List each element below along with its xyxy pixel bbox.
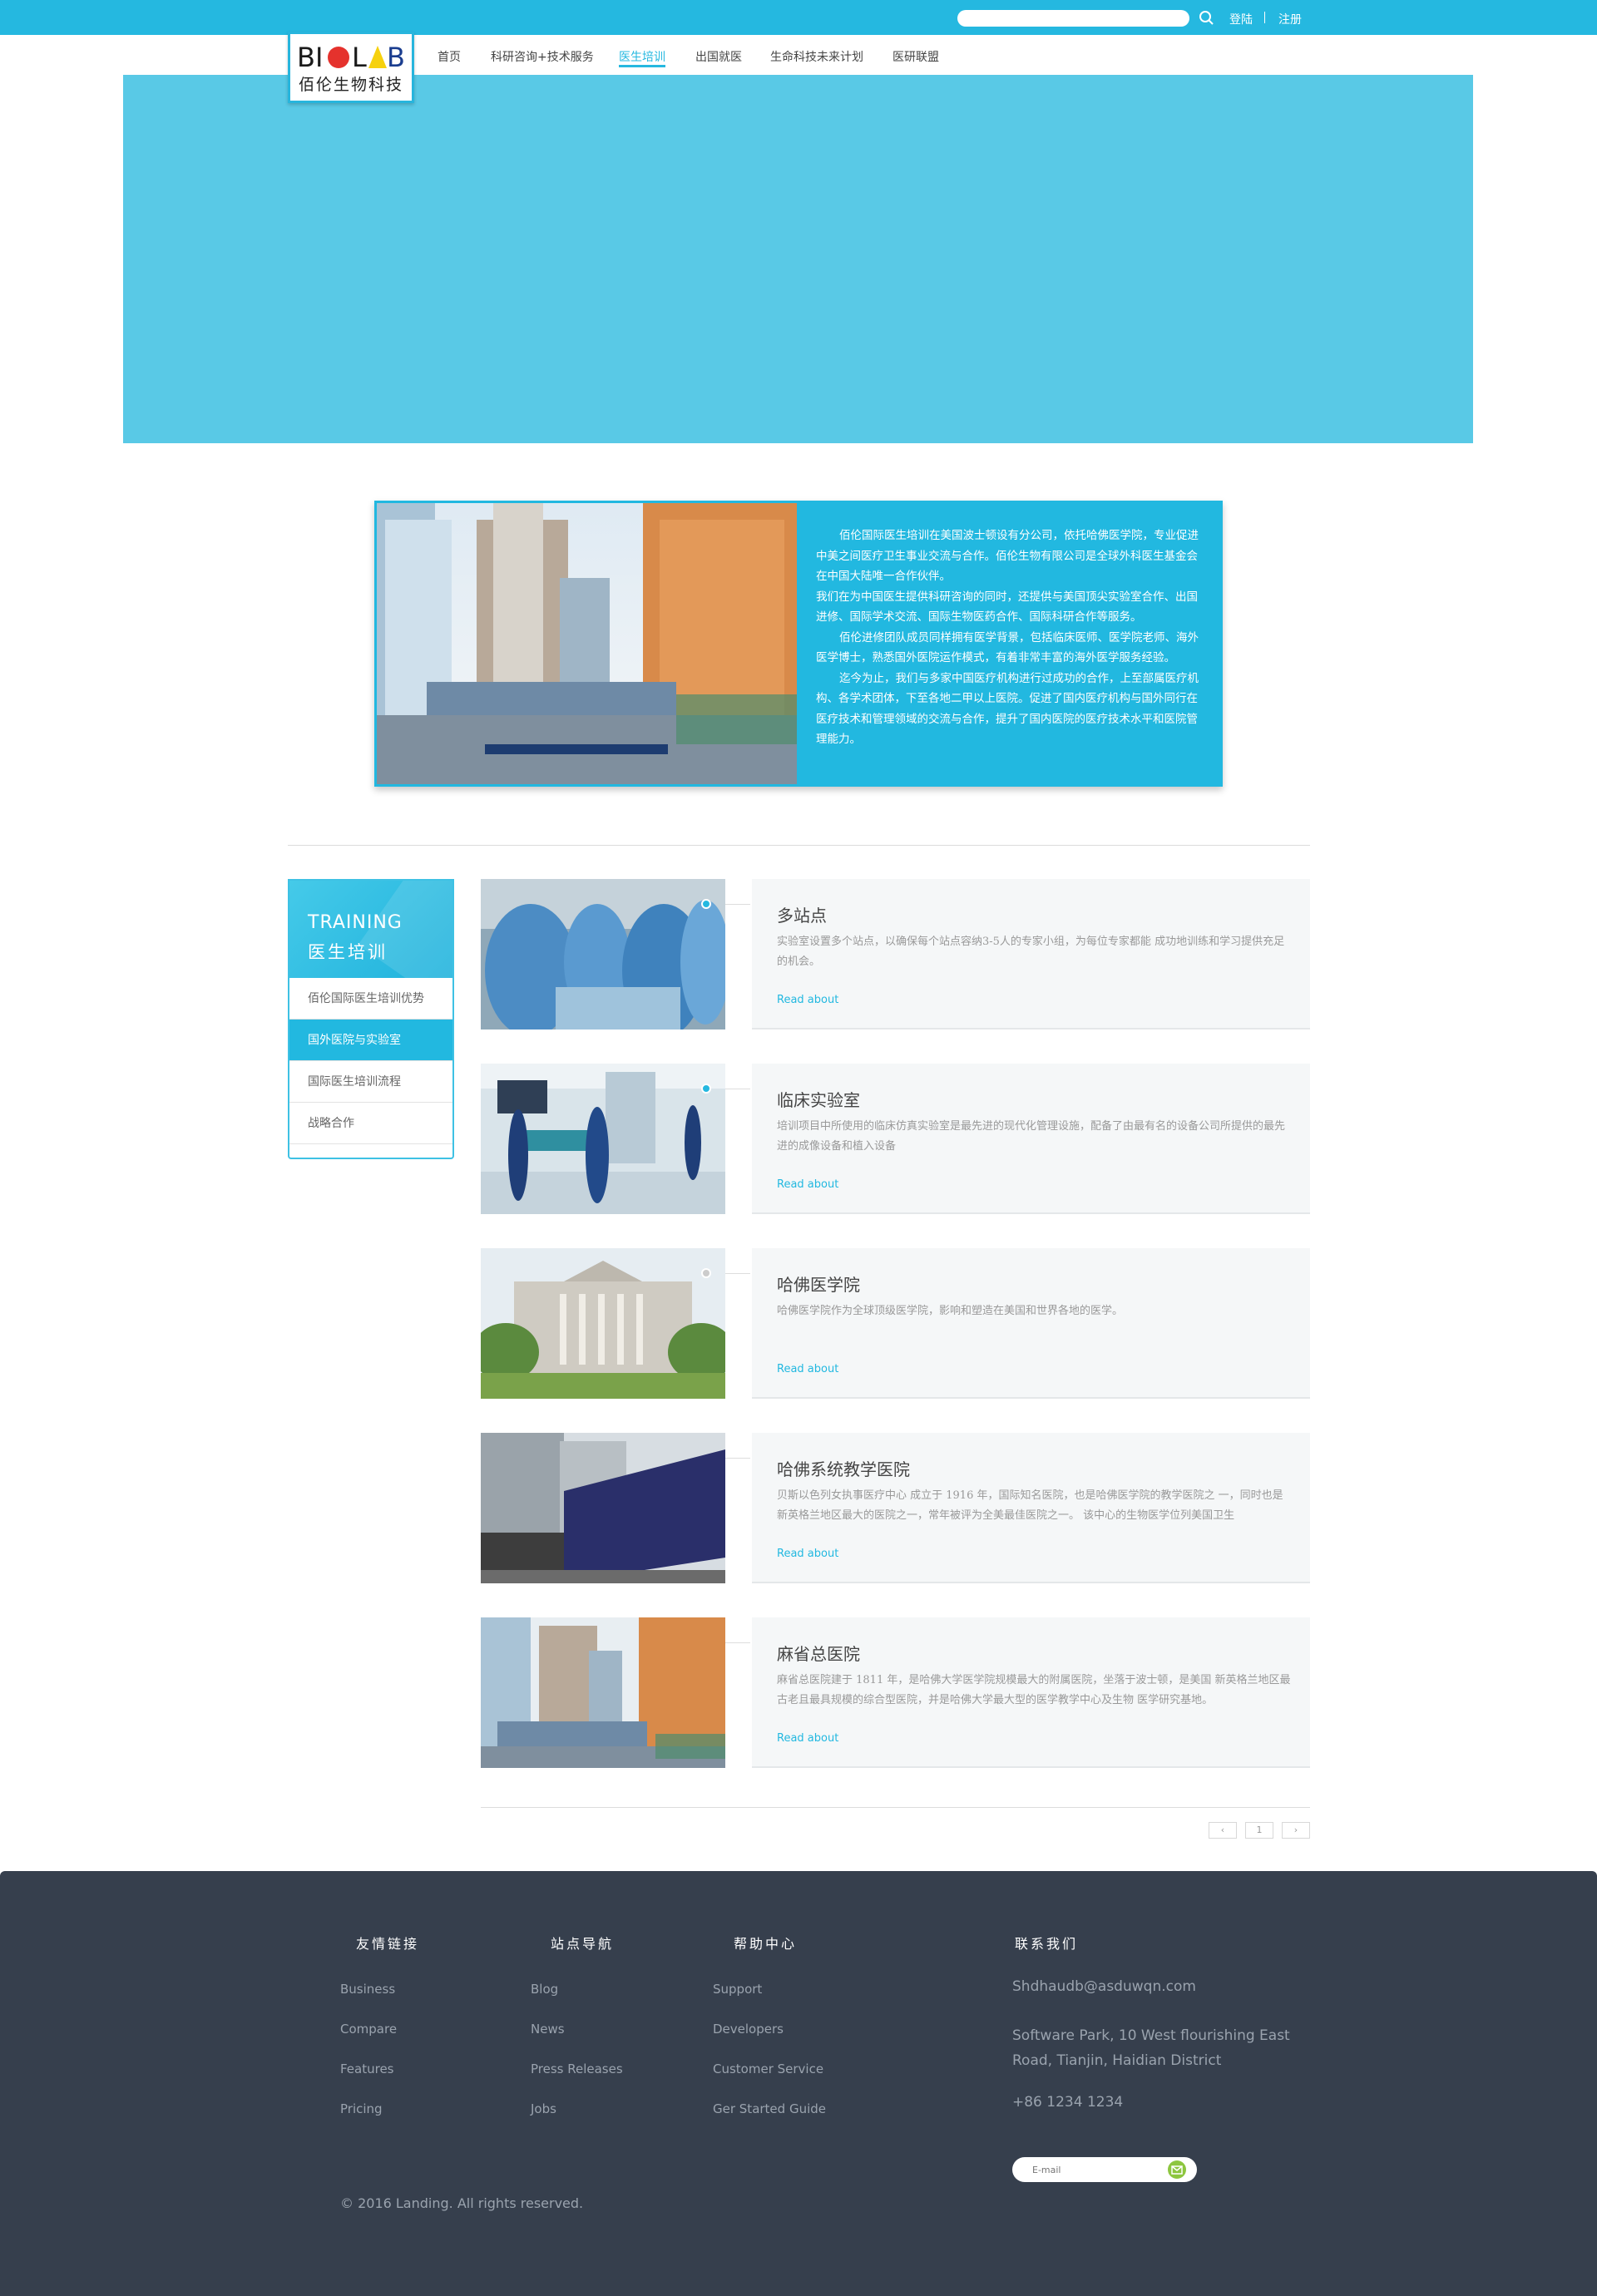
- intro-paragraph: 我们在为中国医生提供科研咨询的同时，还提供与美国顶尖实验室合作、出国进修、国际学…: [816, 590, 1198, 625]
- item-image-clinical-lab[interactable]: [481, 1064, 725, 1214]
- footer-heading-links: 友情链接: [356, 1936, 420, 1952]
- footer-link[interactable]: Support: [713, 1982, 762, 1997]
- logo-text-cn: 佰伦生物科技: [298, 76, 403, 94]
- footer-link[interactable]: News: [531, 2022, 565, 2037]
- item-marker: [701, 1268, 711, 1278]
- svg-text:BI: BI: [297, 42, 323, 71]
- item-image-surgery[interactable]: [481, 879, 725, 1029]
- search-icon[interactable]: [1198, 9, 1216, 27]
- list-item: 哈佛医学院 哈佛医学院作为全球顶级医学院，影响和塑造在美国和世界各地的医学。 R…: [752, 1248, 1310, 1399]
- nav-item-research[interactable]: 科研咨询+技术服务: [491, 48, 594, 65]
- search-input[interactable]: [957, 10, 1189, 27]
- footer-link[interactable]: Developers: [713, 2022, 784, 2037]
- item-title: 临床实验室: [777, 1090, 860, 1110]
- item-marker: [701, 1084, 711, 1094]
- read-about-link[interactable]: Read about: [777, 994, 838, 1006]
- item-description: 实验室设置多个站点，以确保每个站点容纳3-5人的专家小组，为每位专家都能 成功地…: [777, 936, 1285, 968]
- nav-item-alliance[interactable]: 医研联盟: [892, 48, 939, 65]
- main-nav: 首页 科研咨询+技术服务 医生培训 出国就医 生命科技未来计划 医研联盟: [0, 35, 1597, 75]
- read-about-link[interactable]: Read about: [777, 1178, 838, 1191]
- intro-paragraph: 佰伦进修团队成员同样拥有医学背景，包括临床医师、医学院老师、海外医学博士，熟悉国…: [816, 630, 1199, 665]
- item-title: 多站点: [777, 906, 827, 926]
- item-title: 哈佛系统教学医院: [777, 1459, 910, 1479]
- pagination-next-button[interactable]: ›: [1282, 1822, 1310, 1839]
- nav-item-future-plan[interactable]: 生命科技未来计划: [770, 48, 863, 65]
- read-about-link[interactable]: Read about: [777, 1548, 838, 1560]
- footer: 友情链接 站点导航 帮助中心 联系我们 Business Compare Fea…: [0, 1871, 1597, 2296]
- mail-send-icon[interactable]: [1168, 2160, 1186, 2179]
- sidebar-header: TRAINING 医生培训: [289, 881, 452, 978]
- logo[interactable]: BI L B 佰伦生物科技: [288, 32, 414, 103]
- item-connector: [725, 1273, 750, 1274]
- read-about-link[interactable]: Read about: [777, 1363, 838, 1375]
- contact-address: Software Park, 10 West flourishing East …: [1012, 2027, 1290, 2069]
- item-connector: [725, 904, 750, 905]
- newsletter-form: [1012, 2157, 1197, 2182]
- footer-heading-sitemap: 站点导航: [551, 1936, 615, 1952]
- intro-paragraph: 迄今为止，我们与多家中国医疗机构进行过成功的合作，上至部属医疗机构、各学术团体，…: [816, 671, 1199, 747]
- item-title: 麻省总医院: [777, 1644, 860, 1664]
- copyright: © 2016 Landing. All rights reserved.: [340, 2195, 584, 2211]
- top-divider: [1264, 12, 1265, 23]
- biolab-logo-mark: BI L B: [297, 42, 405, 71]
- footer-heading-help: 帮助中心: [734, 1936, 798, 1952]
- nav-item-home[interactable]: 首页: [438, 48, 461, 65]
- footer-link[interactable]: Customer Service: [713, 2061, 823, 2076]
- intro-box: 佰伦国际医生培训在美国波士顿设有分公司，依托哈佛医学院，专业促进中美之间医疗卫生…: [374, 501, 1223, 787]
- footer-link[interactable]: Pricing: [340, 2101, 383, 2116]
- footer-link[interactable]: Blog: [531, 1982, 558, 1997]
- item-description: 贝斯以色列女执事医疗中心 成立于 1916 年，国际知名医院，也是哈佛医学院的教…: [777, 1489, 1283, 1522]
- login-link[interactable]: 登陆: [1229, 11, 1253, 27]
- item-image-harvard[interactable]: [481, 1248, 725, 1399]
- hospital-photo: [377, 503, 797, 784]
- intro-paragraph: 佰伦国际医生培训在美国波士顿设有分公司，依托哈佛医学院，专业促进中美之间医疗卫生…: [816, 529, 1199, 583]
- intro-text: 佰伦国际医生培训在美国波士顿设有分公司，依托哈佛医学院，专业促进中美之间医疗卫生…: [816, 526, 1204, 750]
- list-divider: [481, 1807, 1310, 1808]
- contact-phone: +86 1234 1234: [1012, 2094, 1124, 2111]
- sidebar-title-cn: 医生培训: [308, 942, 388, 962]
- item-connector: [725, 1458, 750, 1459]
- list-item: 临床实验室 培训项目中所使用的临床仿真实验室是最先进的现代化管理设施，配备了由最…: [752, 1064, 1310, 1214]
- hero-banner: [123, 75, 1473, 443]
- sidebar-item-process[interactable]: 国际医生培训流程: [289, 1061, 452, 1103]
- footer-link[interactable]: Compare: [340, 2022, 397, 2037]
- item-image-mass-general[interactable]: [481, 1617, 725, 1768]
- sidebar-item-advantages[interactable]: 佰伦国际医生培训优势: [289, 978, 452, 1020]
- contact-email[interactable]: Shdhaudb@asduwqn.com: [1012, 1974, 1328, 1999]
- item-description: 培训项目中所使用的临床仿真实验室是最先进的现代化管理设施，配备了由最有名的设备公…: [777, 1120, 1286, 1153]
- newsletter-email-input[interactable]: [1032, 2162, 1165, 2177]
- footer-heading-contact: 联系我们: [1015, 1936, 1079, 1952]
- footer-link[interactable]: Business: [340, 1982, 395, 1997]
- svg-text:B: B: [387, 42, 405, 71]
- list-item: 哈佛系统教学医院 贝斯以色列女执事医疗中心 成立于 1916 年，国际知名医院，…: [752, 1433, 1310, 1583]
- item-description: 哈佛医学院作为全球顶级医学院，影响和塑造在美国和世界各地的医学。: [777, 1305, 1124, 1317]
- nav-item-medical-abroad[interactable]: 出国就医: [695, 48, 742, 65]
- sidebar: TRAINING 医生培训 佰伦国际医生培训优势 国外医院与实验室 国际医生培训…: [288, 879, 454, 1159]
- pagination-page-1[interactable]: 1: [1245, 1822, 1273, 1839]
- item-image-teaching-hospital[interactable]: [481, 1433, 725, 1583]
- top-bar: 登陆 注册: [0, 0, 1597, 35]
- item-title: 哈佛医学院: [777, 1275, 860, 1295]
- read-about-link[interactable]: Read about: [777, 1732, 838, 1745]
- footer-link[interactable]: Ger Started Guide: [713, 2101, 826, 2116]
- list-item: 多站点 实验室设置多个站点，以确保每个站点容纳3-5人的专家小组，为每位专家都能…: [752, 879, 1310, 1029]
- section-divider: [288, 845, 1310, 846]
- item-marker: [701, 899, 711, 909]
- list-item: 麻省总医院 麻省总医院建于 1811 年，是哈佛大学医学院规模最大的附属医院，坐…: [752, 1617, 1310, 1768]
- nav-active-indicator: [619, 65, 665, 67]
- footer-link[interactable]: Press Releases: [531, 2061, 623, 2076]
- pagination-prev-button[interactable]: ‹: [1209, 1822, 1237, 1839]
- sidebar-item-hospitals-labs[interactable]: 国外医院与实验室: [289, 1020, 452, 1061]
- sidebar-title-en: TRAINING: [308, 912, 403, 933]
- footer-link[interactable]: Features: [340, 2061, 394, 2076]
- sidebar-item-cooperation[interactable]: 战略合作: [289, 1103, 452, 1144]
- svg-text:L: L: [352, 42, 367, 71]
- item-connector: [725, 1642, 750, 1643]
- item-description: 麻省总医院建于 1811 年，是哈佛大学医学院规模最大的附属医院，坐落于波士顿，…: [777, 1674, 1291, 1706]
- register-link[interactable]: 注册: [1278, 11, 1302, 27]
- footer-link[interactable]: Jobs: [531, 2101, 556, 2116]
- nav-item-training[interactable]: 医生培训: [619, 48, 665, 65]
